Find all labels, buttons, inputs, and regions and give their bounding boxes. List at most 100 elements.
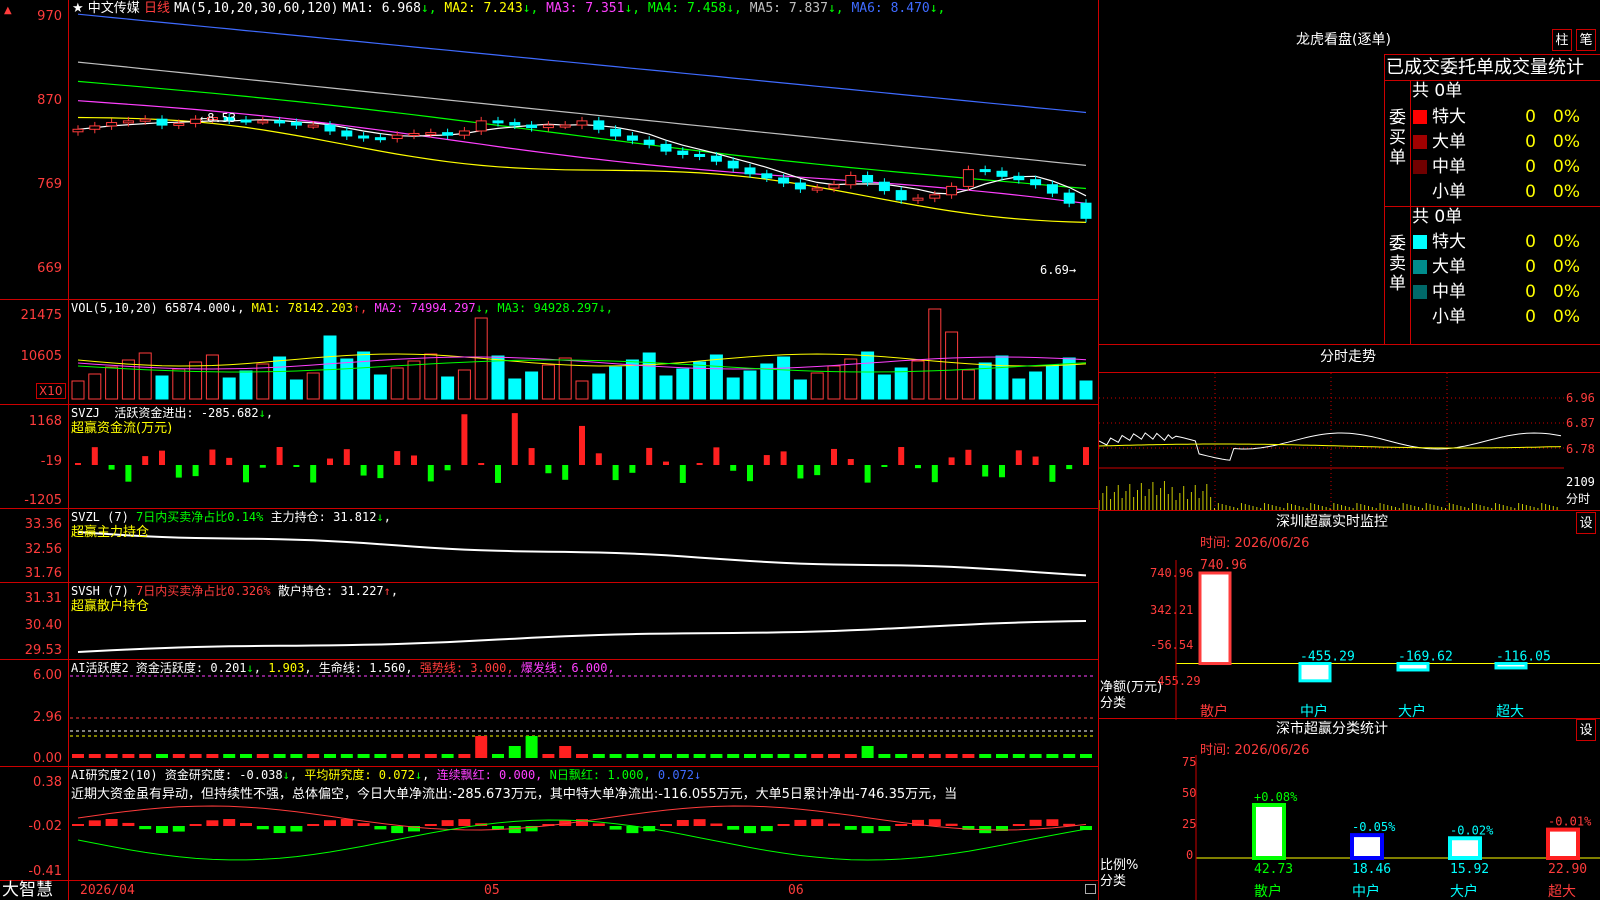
vol-unit-badge[interactable]: X10 (36, 383, 66, 399)
vol-axis-label: 21475 (20, 308, 62, 323)
ma-arrow: ↓, (726, 1, 750, 16)
bar-view-button[interactable]: 柱 (1552, 29, 1572, 51)
candle (408, 132, 420, 136)
vol-ma-arrow: ↑, (352, 301, 375, 315)
fund-flow-bar (125, 465, 132, 482)
monitor-value-label: -116.05 (1496, 650, 1551, 665)
price-header: ★ 中文传媒 日线 MA(5,10,20,30,60,120) MA1: 6.9… (72, 1, 945, 16)
candle (139, 118, 151, 122)
candle (374, 137, 386, 141)
activity-bar (122, 754, 135, 758)
candle (492, 120, 504, 124)
activity-bar (72, 754, 84, 758)
candle (794, 182, 806, 190)
candle (72, 128, 84, 133)
activity-bar (223, 754, 236, 758)
svzl-axis-label: 31.76 (24, 566, 62, 581)
vol-ma-value: MA2: 74994.297 (374, 301, 476, 315)
activity-bar (693, 754, 706, 758)
activity-bar (592, 754, 605, 758)
candle (878, 181, 890, 192)
lhb-title: 龙虎看盘(逐单) (1296, 32, 1391, 48)
fund-flow-bar (696, 463, 703, 465)
fund-flow-bar (595, 453, 602, 465)
monitor-time: 时间: 2026/06/26 (1200, 536, 1310, 551)
ai1-axis-label: 2.96 (33, 710, 62, 725)
activity-bar (609, 754, 622, 758)
volume-bar (407, 360, 421, 400)
period-label[interactable]: 日线 (144, 1, 170, 16)
candle (643, 139, 655, 145)
lhb-row-name: 中单 (1432, 282, 1466, 302)
activity-bar (240, 754, 252, 758)
vol-ma-value: MA3: 94928.297 (497, 301, 599, 315)
fund-flow-bar (108, 465, 115, 470)
volume-bar (945, 331, 959, 400)
activity-bar (1029, 754, 1042, 758)
star-icon[interactable]: ★ (72, 1, 84, 16)
candle (576, 120, 588, 126)
volume-bar (777, 356, 791, 400)
lhb-row-pct: 0% (1553, 307, 1580, 327)
svsh-axis-label: 29.53 (24, 643, 62, 658)
kline-chart-canvas[interactable] (0, 0, 1098, 900)
tick-view-button[interactable]: 笔 (1576, 29, 1596, 51)
volume-bar (323, 335, 337, 400)
research-bar (340, 819, 353, 826)
activity-bar (458, 754, 471, 758)
stats-change-label: -0.05% (1352, 820, 1396, 834)
ai1-axis-label: 6.00 (33, 668, 62, 683)
category-swatch (1413, 160, 1427, 174)
intraday-vol-label: 2109 (1566, 475, 1595, 489)
volume-bar (273, 356, 287, 400)
vol-ma-value: MA1: 78142.203 (251, 301, 353, 315)
volume-bar (222, 377, 236, 400)
fund-flow-bar (528, 448, 535, 465)
stats-settings-button[interactable]: 设 (1576, 719, 1596, 741)
activity-bar (895, 754, 908, 758)
monitor-title: 深圳超赢实时监控 (1276, 514, 1388, 530)
lhb-left-border (1384, 54, 1385, 344)
research-bar (777, 824, 790, 826)
stats-category-label: 超大 (1548, 884, 1576, 900)
intraday-vol-unit: 分时 (1566, 492, 1591, 506)
svzj-axis-label: -19 (40, 454, 62, 469)
fund-flow-bar (629, 465, 636, 473)
ai2-header: AI研究度2(10) 资金研究度: -0.038↓, 平均研究度: 0.072↓… (71, 768, 702, 782)
candle (559, 124, 571, 128)
activity-bar (777, 754, 790, 758)
lock-icon[interactable] (1085, 884, 1096, 894)
fund-flow-bar (461, 414, 468, 465)
ai2-axis-label: 0.38 (33, 775, 62, 790)
activity-bar (290, 754, 303, 758)
candle (761, 173, 773, 179)
volume-bar (1079, 380, 1093, 400)
volume-bar (441, 376, 455, 400)
fund-flow-bar (276, 447, 283, 465)
volume-bar (457, 369, 471, 400)
price-axis-label: 870 (37, 93, 62, 108)
candle (509, 122, 521, 126)
activity-bar (962, 754, 975, 758)
stats-category-label: 中户 (1352, 883, 1380, 900)
activity-bar (1046, 754, 1059, 758)
activity-bar (475, 736, 488, 758)
lhb-row-count: 0 (1525, 107, 1536, 127)
research-bar (72, 824, 84, 826)
activity-bar (811, 754, 824, 758)
stats-bar (1546, 827, 1580, 860)
candle (677, 150, 689, 155)
fund-flow-bar (310, 465, 317, 483)
fund-flow-bar (478, 463, 485, 465)
intraday-chart[interactable] (1099, 373, 1564, 510)
fund-flow-bar (562, 465, 569, 480)
fund-flow-bar (427, 465, 434, 482)
activity-bar (912, 754, 924, 758)
activity-bar (844, 754, 857, 758)
volume-bar (373, 374, 387, 400)
monitor-settings-button[interactable]: 设 (1576, 512, 1596, 534)
candle (1030, 179, 1042, 186)
fund-flow-bar (511, 413, 518, 465)
candle (593, 120, 605, 130)
lhb-row-pct: 0% (1553, 232, 1580, 252)
